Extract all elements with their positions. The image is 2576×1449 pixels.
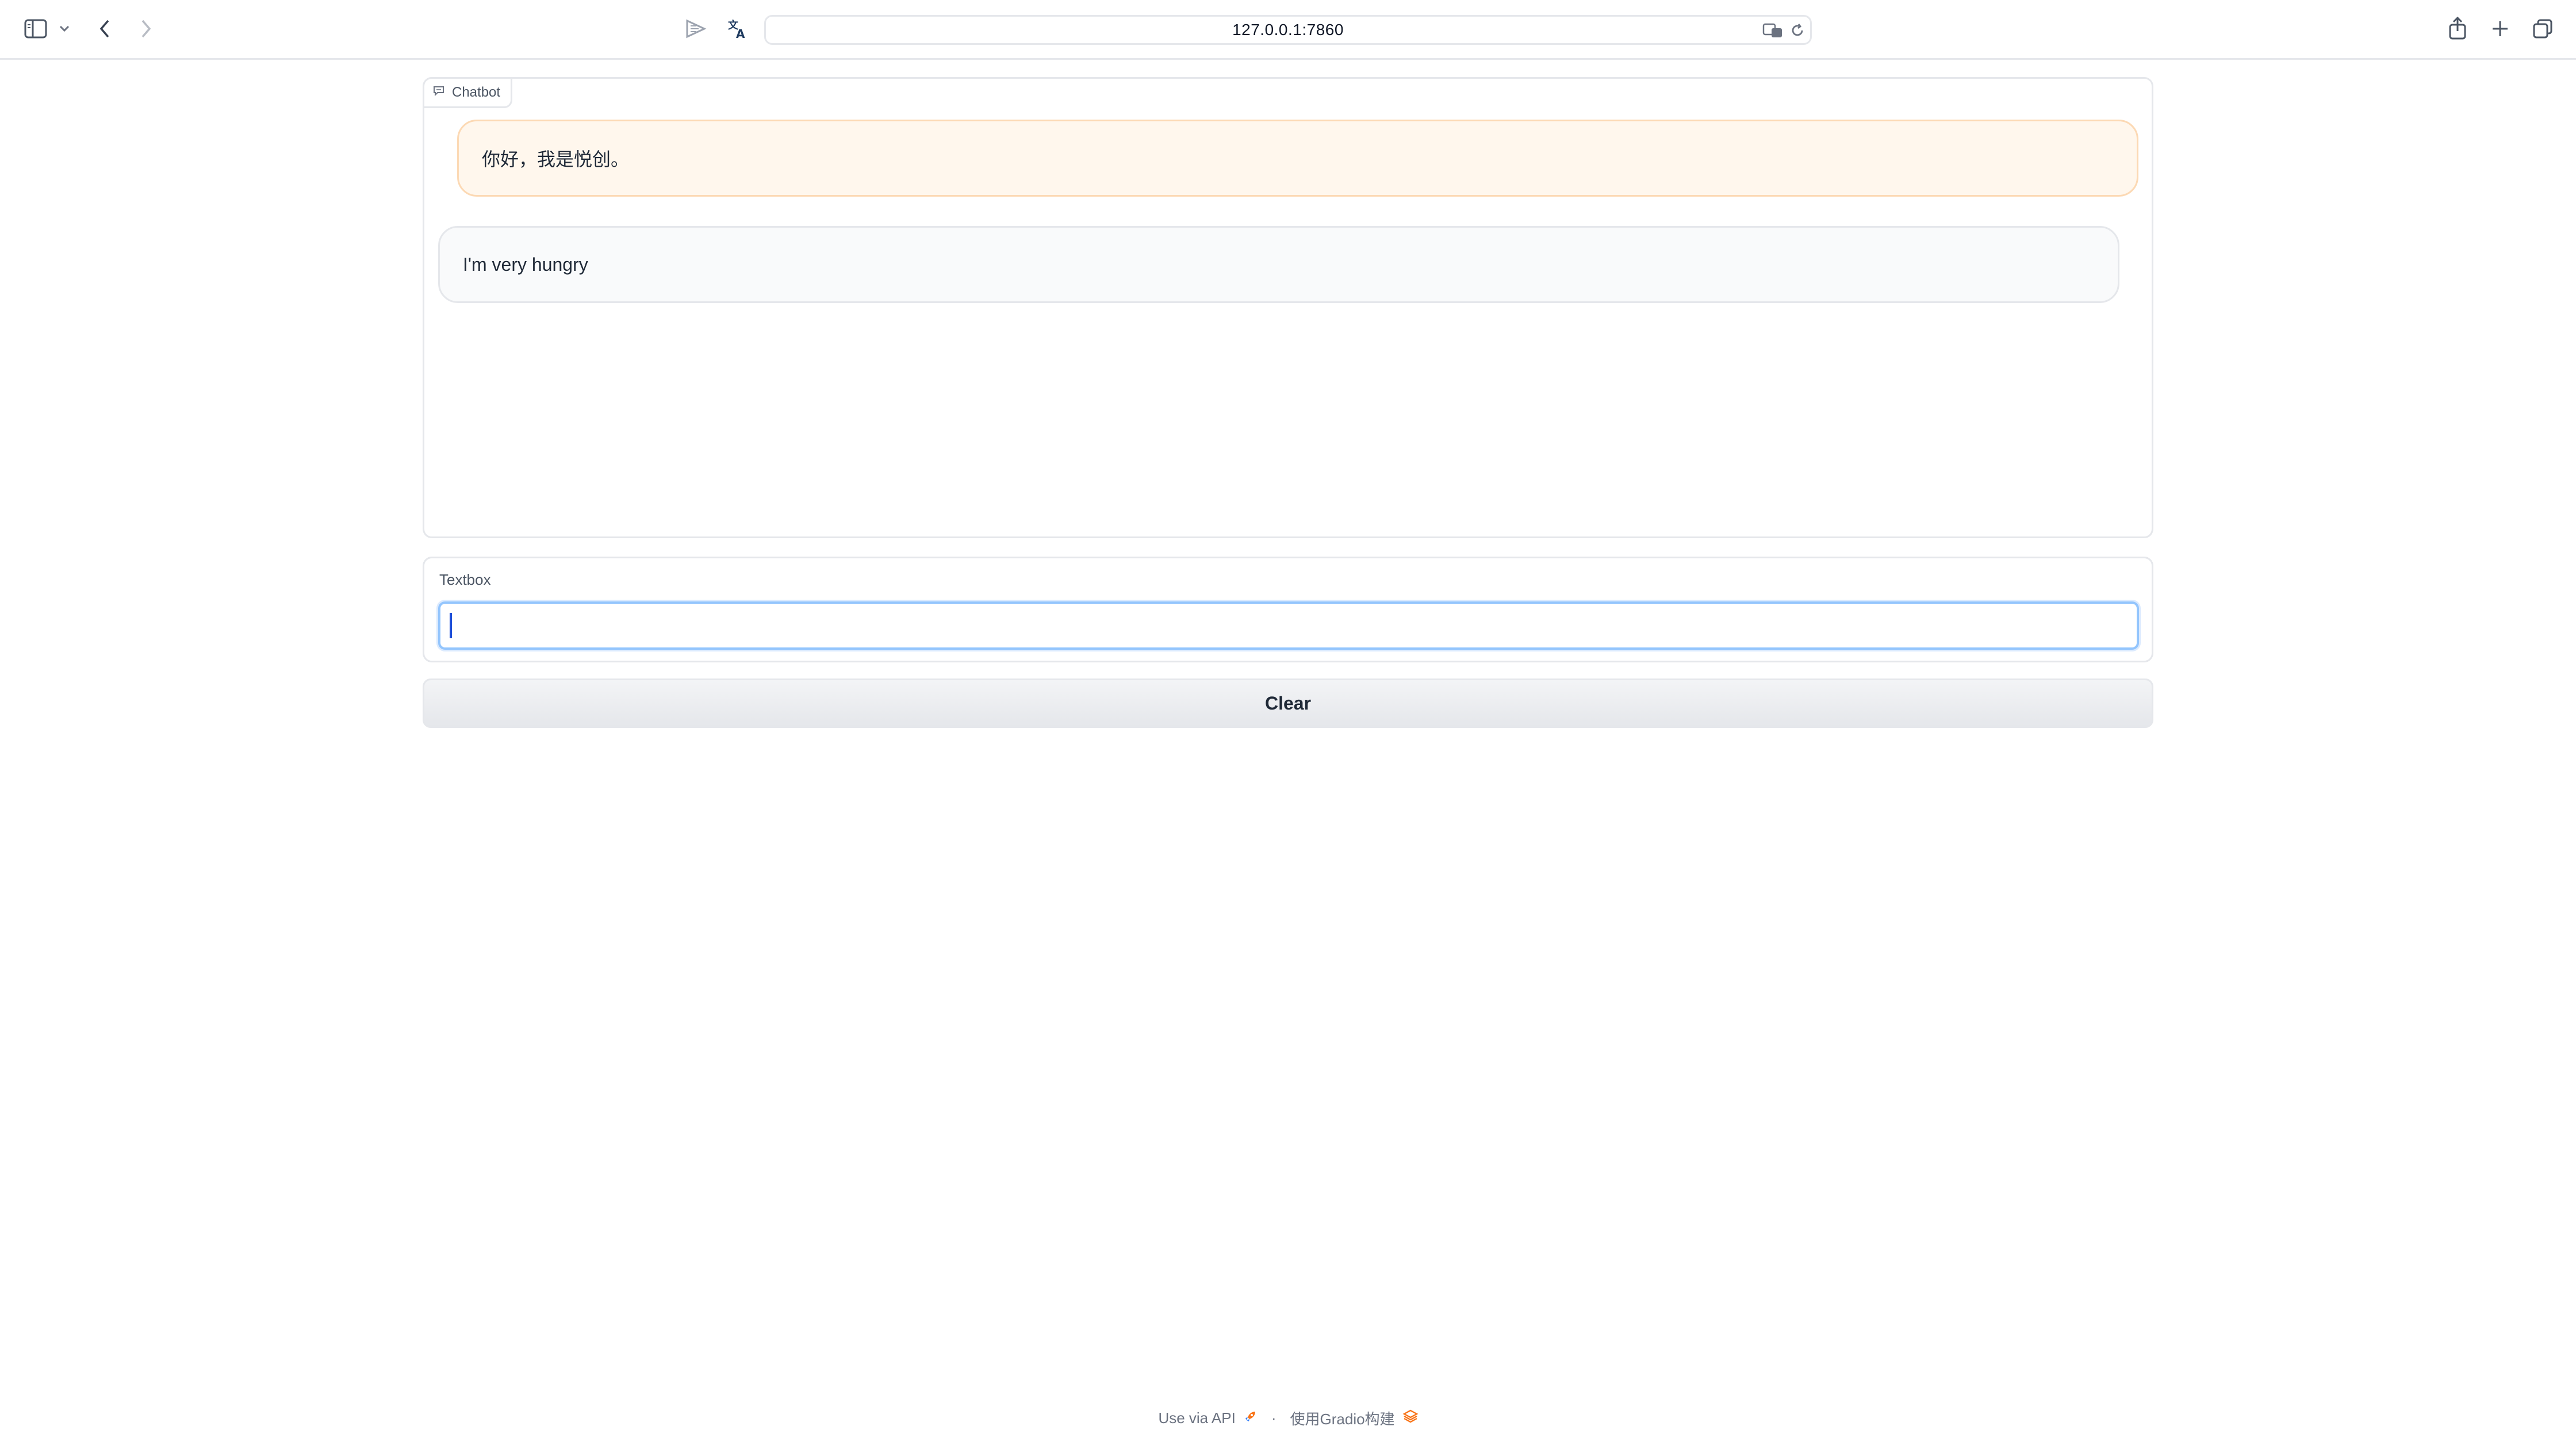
chat-bubble-icon: [432, 85, 445, 101]
footer-separator: ·: [1271, 1409, 1276, 1427]
clear-button[interactable]: Clear: [423, 678, 2153, 728]
text-caret: [450, 613, 452, 638]
bot-message: I'm very hungry: [438, 226, 2119, 303]
chatbot-panel: Chatbot 你好，我是悦创。 I'm very hungry: [423, 77, 2153, 538]
forward-icon[interactable]: [136, 17, 156, 40]
chevron-down-icon[interactable]: [57, 22, 71, 36]
share-icon[interactable]: [2446, 15, 2469, 41]
built-with-gradio-link[interactable]: 使用Gradio构建: [1290, 1408, 1395, 1429]
bot-message-text: I'm very hungry: [463, 254, 588, 275]
address-bar[interactable]: 127.0.0.1:7860: [764, 15, 1812, 45]
chatbot-label: Chatbot: [423, 77, 513, 108]
message-input[interactable]: [438, 601, 2139, 650]
gradio-logo-icon: [1402, 1409, 1419, 1427]
reader-mode-icon[interactable]: [684, 17, 707, 40]
back-icon[interactable]: [94, 17, 115, 40]
tab-overview-icon[interactable]: [2531, 17, 2554, 40]
svg-text:A: A: [736, 27, 745, 39]
reload-icon[interactable]: [1788, 21, 1807, 40]
textbox-label: Textbox: [439, 571, 491, 588]
url-text: 127.0.0.1:7860: [1232, 21, 1344, 39]
textbox-panel: Textbox: [423, 557, 2153, 662]
footer: Use via API · 使用Gradio构建: [0, 1404, 2576, 1432]
sidebar-toggle-icon[interactable]: [23, 17, 48, 40]
user-message: 你好，我是悦创。: [457, 120, 2138, 197]
user-message-text: 你好，我是悦创。: [482, 149, 630, 170]
translate-badge-icon[interactable]: [1762, 21, 1785, 40]
translate-icon[interactable]: 文A: [726, 17, 751, 40]
rocket-icon: [1244, 1409, 1258, 1427]
chatbot-label-text: Chatbot: [452, 85, 501, 100]
use-via-api-link[interactable]: Use via API: [1158, 1409, 1235, 1427]
browser-toolbar: 文A 127.0.0.1:7860: [0, 0, 2576, 60]
new-tab-icon[interactable]: [2489, 17, 2512, 40]
